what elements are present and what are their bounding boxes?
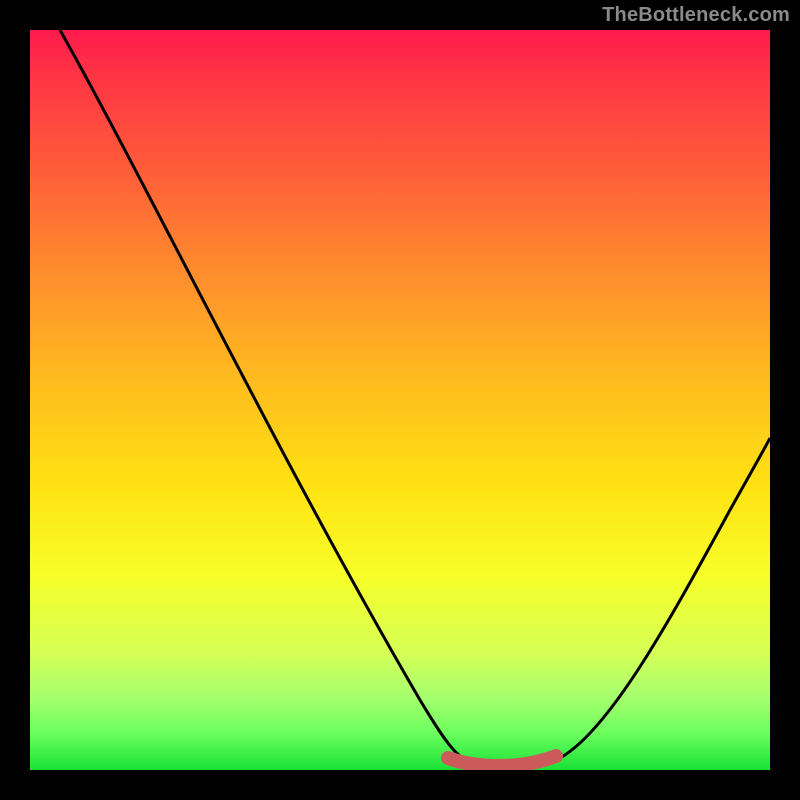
chart-curve xyxy=(60,30,770,765)
flat-segment xyxy=(448,756,556,766)
plot-area xyxy=(30,30,770,770)
chart-stage: TheBottleneck.com xyxy=(0,0,800,800)
watermark-text: TheBottleneck.com xyxy=(602,4,790,27)
chart-svg xyxy=(30,30,770,770)
